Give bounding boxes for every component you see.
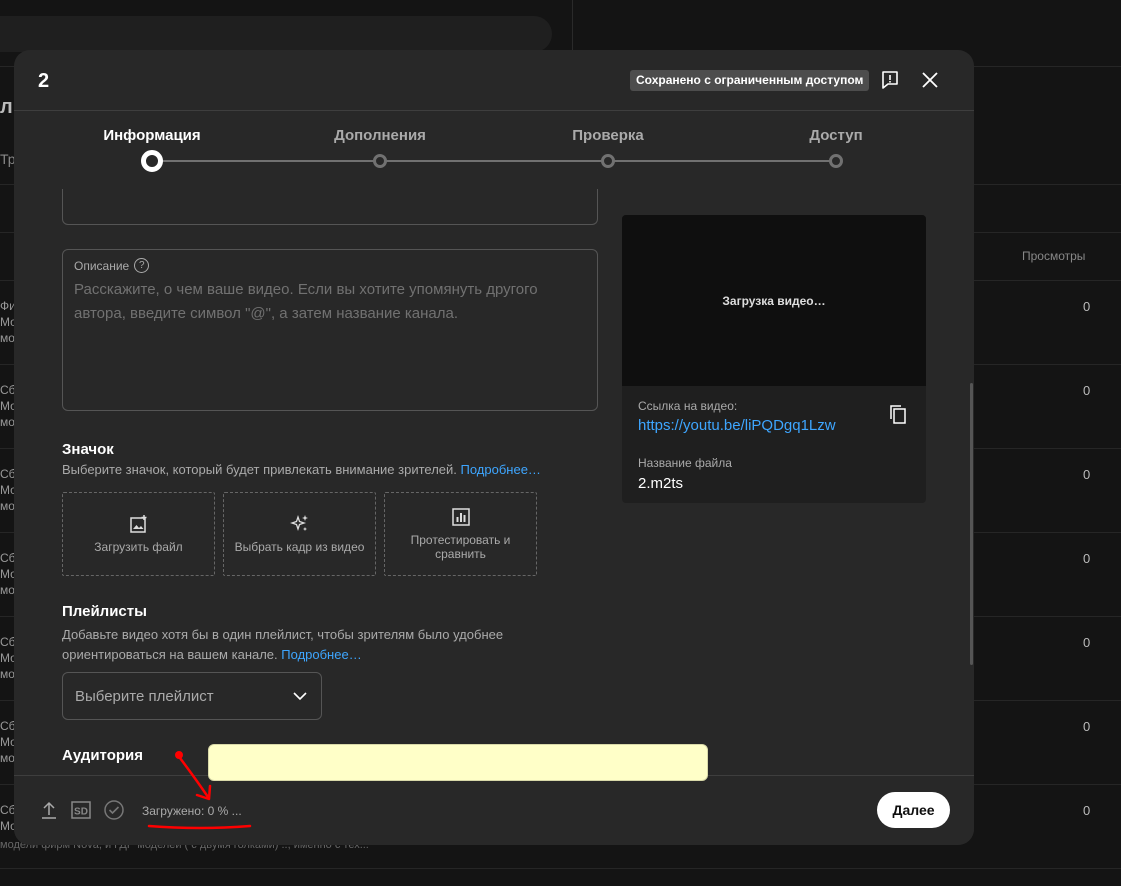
- annotation-underline: [147, 824, 252, 830]
- annotation-arrow-shaft: [178, 756, 210, 799]
- annotation-overlay: [147, 751, 252, 830]
